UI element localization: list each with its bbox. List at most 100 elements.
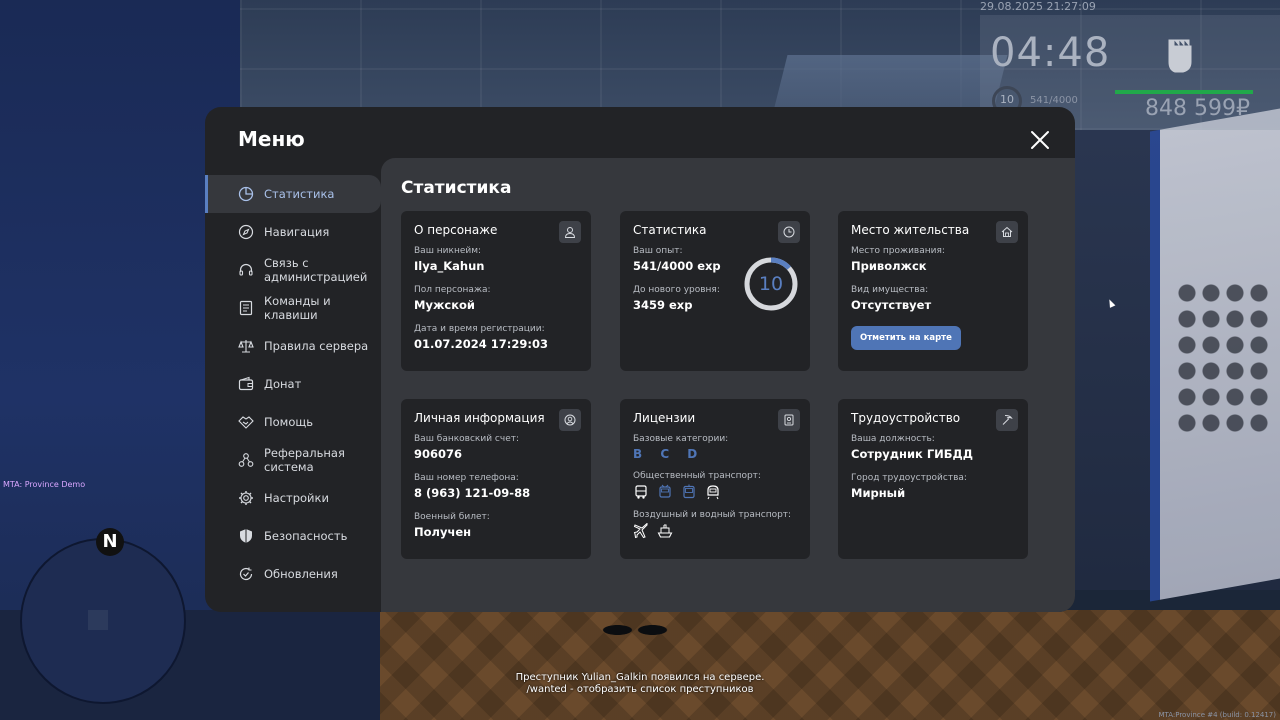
hud-exp: 541/4000 [1030, 95, 1078, 106]
sidebar-item-donate[interactable]: Донат [205, 365, 381, 403]
hud-money: 848 599₽ [1145, 96, 1250, 121]
handshake-icon [238, 416, 254, 429]
level-progress-ring: 10 [743, 256, 799, 312]
page-title: Статистика [401, 178, 512, 198]
field-label: Ваш номер телефона: [414, 473, 519, 483]
server-name: MTA: Province Demo [3, 480, 86, 489]
id-badge-icon [778, 409, 800, 431]
card-title: Статистика [633, 223, 707, 237]
bus-icon [635, 485, 647, 499]
phone-value: 8 (963) 121-09-88 [414, 486, 531, 500]
sidebar-item-label: Помощь [264, 415, 314, 429]
field-label: Военный билет: [414, 512, 490, 522]
ceiling-light [772, 55, 1008, 115]
field-label: Ваш банковский счет: [414, 434, 520, 444]
sidebar-item-label: Команды и клавиши [264, 294, 331, 322]
air-water-transport-icons [633, 523, 797, 539]
sidebar-item-label: Донат [264, 377, 302, 391]
card-title: О персонаже [414, 223, 498, 237]
field-label: Вид имущества: [851, 285, 929, 295]
card-title: Трудоустройство [851, 411, 961, 425]
field-label: Ваша должность: [851, 434, 935, 444]
card-licenses: Лицензии Базовые категории: B C D Общест… [620, 399, 810, 559]
military-id-value: Получен [414, 525, 472, 539]
trolleybus-icon [659, 484, 671, 498]
floor-carpet [380, 610, 1280, 720]
build-info: MTA:Province #4 (build: 0.12417) [1158, 711, 1276, 719]
sidebar-item-referral[interactable]: Реферальная система [205, 441, 381, 479]
gear-icon [239, 491, 253, 505]
property-value: Отсутствует [851, 298, 932, 312]
metro-icon [707, 485, 719, 500]
hud-datetime: 29.08.2025 21:27:09 [980, 0, 1096, 13]
sidebar-item-security[interactable]: Безопасность [205, 517, 381, 555]
scales-icon [238, 340, 254, 353]
public-transport-icons [633, 484, 797, 500]
hud-level: 10 [1000, 93, 1014, 106]
network-icon [238, 453, 254, 467]
home-icon [996, 221, 1018, 243]
card-statistics: Статистика Ваш опыт: 541/4000 exp До нов… [620, 211, 810, 371]
sidebar-item-commands[interactable]: Команды и клавиши [205, 289, 381, 327]
close-icon[interactable] [1029, 129, 1051, 151]
sidebar-item-navigation[interactable]: Навигация [205, 213, 381, 251]
sidebar-item-label: Навигация [264, 225, 330, 239]
sidebar-item-statistics[interactable]: Статистика [205, 175, 381, 213]
chat-line: /wanted - отобразить список преступников [526, 684, 754, 695]
position-value: Сотрудник ГИБДД [851, 447, 974, 461]
nickname-value: Ilya_Kahun [414, 259, 485, 273]
wallet-icon [238, 376, 254, 391]
card-character: О персонаже Ваш никнейм: Ilya_Kahun Пол … [401, 211, 591, 371]
field-label: Воздушный и водный транспорт: [633, 510, 792, 520]
field-label: Пол персонажа: [414, 285, 491, 295]
sidebar-item-label: Реферальная система [264, 446, 345, 474]
menu-title: Меню [238, 127, 305, 151]
registration-value: 01.07.2024 17:29:03 [414, 337, 548, 351]
gender-value: Мужской [414, 298, 475, 312]
sidebar-item-label: Правила сервера [264, 339, 369, 353]
fist-icon [1168, 39, 1192, 73]
user-icon [559, 221, 581, 243]
card-title: Место жительства [851, 223, 970, 237]
sidebar-item-help[interactable]: Помощь [205, 403, 381, 441]
sidebar-item-label: Обновления [264, 567, 338, 581]
chat-line: Преступник Yulian_Galkin появился на сер… [515, 672, 765, 683]
content-area: Статистика О персонаже Ваш никнейм: Ilya… [381, 158, 1075, 612]
field-label: Ваш никнейм: [414, 246, 482, 256]
sidebar-item-label: Связь с администрацией [264, 256, 368, 284]
level-value: 10 [758, 273, 784, 295]
sidebar-item-updates[interactable]: Обновления [205, 555, 381, 593]
bank-account-value: 906076 [414, 447, 463, 461]
document-icon [239, 300, 253, 316]
card-employment: Трудоустройство Ваша должность: Сотрудни… [838, 399, 1028, 559]
field-label: Дата и время регистрации: [414, 324, 545, 334]
user-circle-icon [559, 409, 581, 431]
pickaxe-icon [996, 409, 1018, 431]
badge-display [1175, 280, 1270, 440]
field-label: Базовые категории: [633, 434, 729, 444]
residence-value: Приволжск [851, 259, 927, 273]
card-title: Личная информация [414, 411, 545, 425]
shield-icon [240, 529, 252, 543]
chat-box: Преступник Yulian_Galkin появился на сер… [490, 672, 790, 696]
compass-icon [238, 224, 254, 240]
mark-on-map-button[interactable]: Отметить на карте [851, 326, 961, 350]
license-categories: B C D [633, 447, 705, 461]
pie-chart-icon [238, 186, 254, 202]
card-residence: Место жительства Место проживания: Приво… [838, 211, 1028, 371]
player-feet [600, 612, 670, 648]
sidebar-item-admin-contact[interactable]: Связь с администрацией [205, 251, 381, 289]
field-label: Общественный транспорт: [633, 471, 761, 481]
card-personal-info: Личная информация Ваш банковский счет: 9… [401, 399, 591, 559]
clock-icon [778, 221, 800, 243]
ship-icon [657, 524, 673, 538]
sidebar-item-label: Статистика [264, 187, 335, 201]
hud-health-bar [1115, 90, 1253, 94]
sidebar-item-rules[interactable]: Правила сервера [205, 327, 381, 365]
sidebar-item-label: Безопасность [264, 529, 348, 543]
refresh-check-icon [239, 567, 253, 581]
sidebar-item-settings[interactable]: Настройки [205, 479, 381, 517]
compass-north: N [96, 528, 124, 556]
headset-icon [239, 263, 253, 276]
sidebar: Статистика Навигация Связь с администрац… [205, 175, 381, 593]
